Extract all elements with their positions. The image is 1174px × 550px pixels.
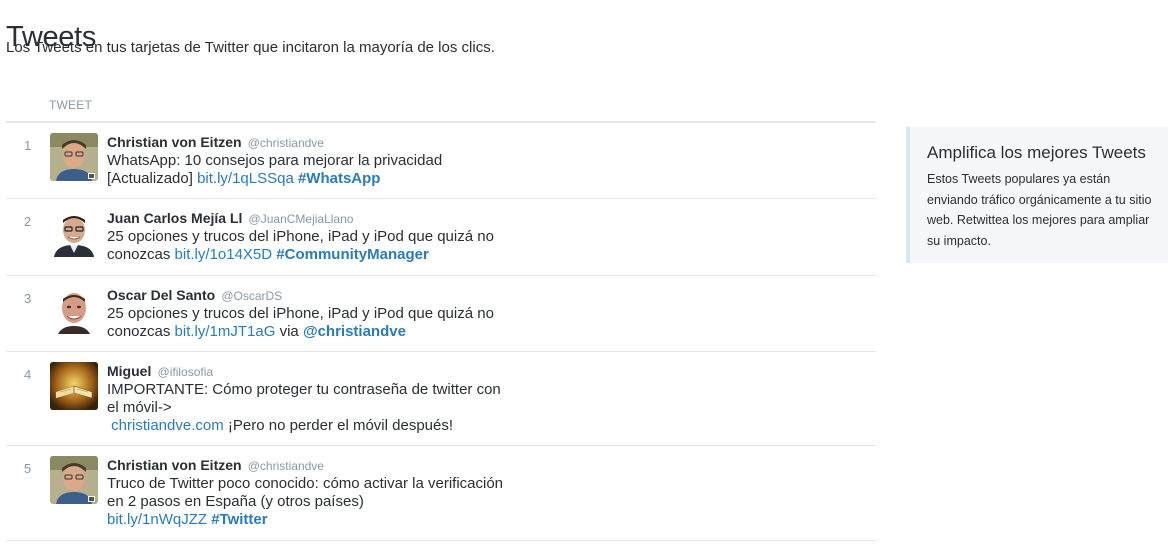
author-name[interactable]: Christian von Eitzen	[107, 134, 242, 150]
author-name[interactable]: Oscar Del Santo	[107, 287, 215, 303]
tweet-link[interactable]: christiandve.com	[111, 417, 224, 434]
column-header-tweet[interactable]: TWEET	[49, 98, 92, 112]
tweet-text-after: ¡Pero no perder el móvil después!	[227, 417, 454, 434]
tweet-text: Truco de Twitter poco conocido: cómo act…	[107, 475, 504, 510]
rank-number: 5	[24, 461, 32, 476]
tweet-link[interactable]: bit.ly/1o14X5D	[175, 246, 273, 263]
author-handle[interactable]: @christiandve	[248, 136, 324, 150]
tweet-via: via	[279, 323, 299, 340]
tweet-table: 1 Christian von Eitzen @christiandve Wha…	[6, 123, 876, 541]
table-row[interactable]: 3 Oscar Del Santo @OscarDS 25 opciones y…	[6, 276, 876, 352]
open-book-avatar[interactable]	[50, 362, 98, 410]
tweet-mention[interactable]: @christiandve	[303, 323, 406, 340]
tweet-content: Christian von Eitzen @christiandve Truco…	[107, 456, 507, 529]
tweet-text: IMPORTANTE: Cómo proteger tu contraseña …	[107, 381, 501, 416]
tweet-hashtag[interactable]: #CommunityManager	[276, 246, 429, 263]
tweet-content: Christian von Eitzen @christiandve Whats…	[107, 133, 507, 188]
rank-number: 3	[24, 291, 32, 306]
tweet-hashtag[interactable]: #Twitter	[211, 511, 267, 528]
tweet-link[interactable]: bit.ly/1mJT1aG	[175, 323, 276, 340]
author-handle[interactable]: @ifilosofia	[158, 365, 214, 379]
author-name[interactable]: Miguel	[107, 363, 151, 379]
amplify-promo-panel: Amplifica los mejores Tweets Estos Tweet…	[906, 127, 1168, 263]
tweet-content: Miguel @ifilosofia IMPORTANTE: Cómo prot…	[107, 362, 507, 435]
rank-number: 2	[24, 214, 32, 229]
tweet-text: 25 opciones y trucos del iPhone, iPad y …	[107, 305, 494, 340]
person-bald-avatar[interactable]	[50, 286, 98, 334]
author-name[interactable]: Christian von Eitzen	[107, 457, 242, 473]
tweet-link[interactable]: bit.ly/1qLSSqa	[197, 170, 294, 187]
person-smiling-avatar[interactable]	[50, 209, 98, 257]
author-name[interactable]: Juan Carlos Mejía Ll	[107, 210, 242, 226]
table-row[interactable]: 4 Miguel @ifilosofia IMPORTANTE: Cómo pr…	[6, 352, 876, 446]
author-handle[interactable]: @JuanCMejiaLlano	[249, 212, 354, 226]
rank-number: 1	[24, 138, 32, 153]
tweet-hashtag[interactable]: #WhatsApp	[298, 170, 381, 187]
tweet-link[interactable]: bit.ly/1nWqJZZ	[107, 511, 207, 528]
table-row[interactable]: 5 Christian von Eitzen @christiandve Tru…	[6, 446, 876, 541]
author-handle[interactable]: @OscarDS	[221, 289, 282, 303]
tweet-content: Juan Carlos Mejía Ll @JuanCMejiaLlano 25…	[107, 209, 507, 264]
rank-number: 4	[24, 367, 32, 382]
tweet-content: Oscar Del Santo @OscarDS 25 opciones y t…	[107, 286, 507, 341]
table-row[interactable]: 2 Juan Carlos Mejía Ll @JuanCMejiaLlano …	[6, 199, 876, 276]
person-glasses-avatar[interactable]	[50, 456, 98, 504]
table-row[interactable]: 1 Christian von Eitzen @christiandve Wha…	[6, 123, 876, 199]
page-subtitle: Los Tweets en tus tarjetas de Twitter qu…	[6, 39, 495, 56]
promo-title: Amplifica los mejores Tweets	[927, 143, 1146, 162]
promo-text: Estos Tweets populares ya están enviando…	[927, 172, 1152, 248]
person-glasses-avatar[interactable]	[50, 133, 98, 181]
author-handle[interactable]: @christiandve	[248, 459, 324, 473]
